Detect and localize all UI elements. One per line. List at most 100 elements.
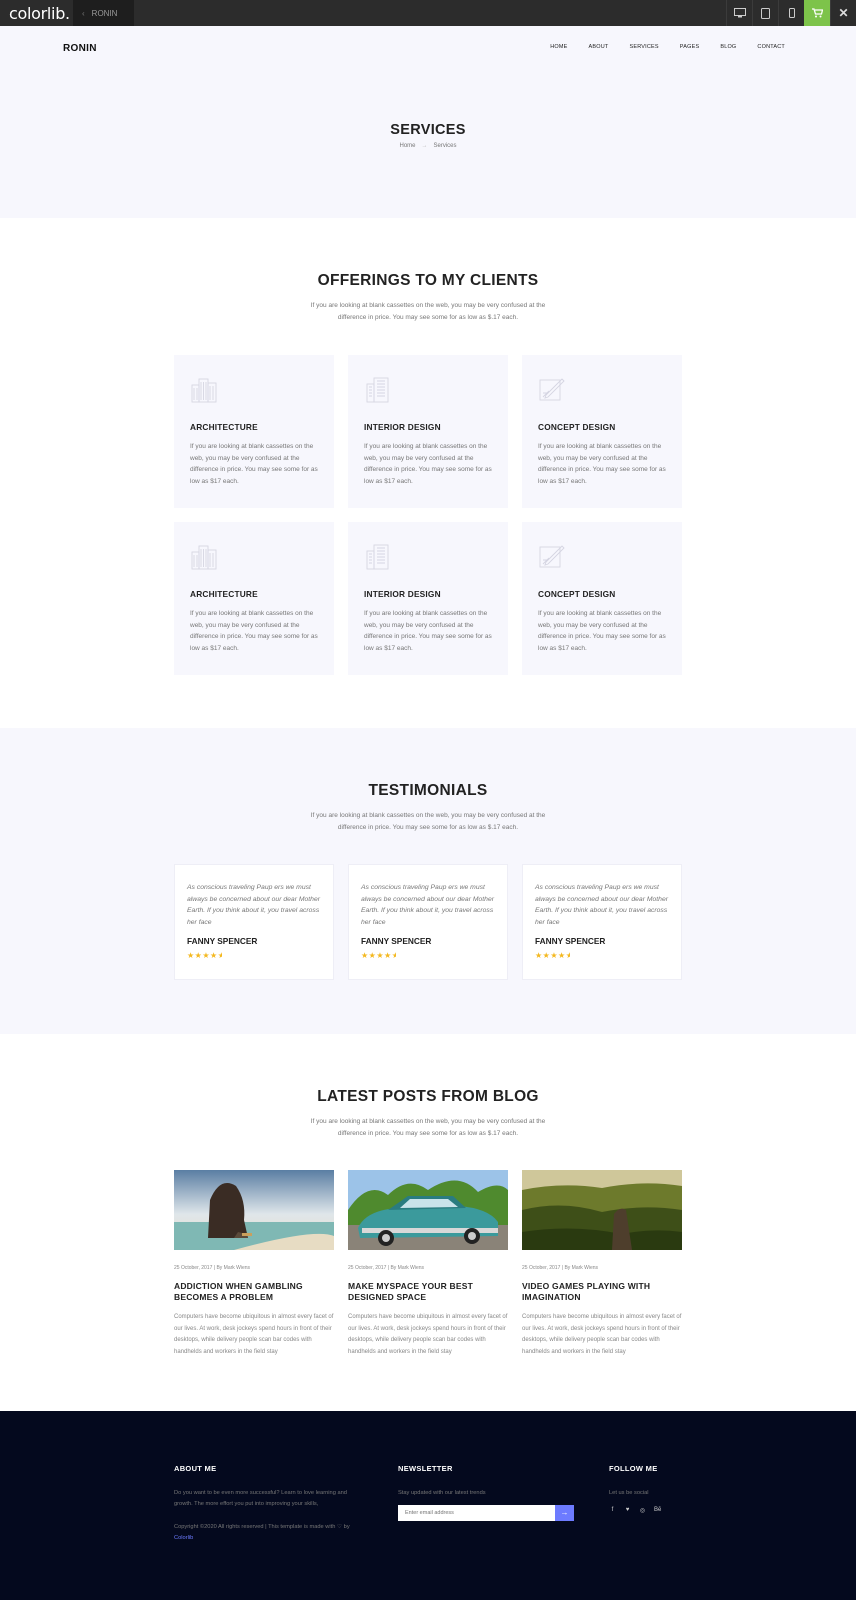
- post-excerpt: Computers have become ubiquitous in almo…: [348, 1314, 508, 1355]
- post-title[interactable]: VIDEO GAMES PLAYING WITH IMAGINATION: [522, 1281, 682, 1303]
- breadcrumb-current: Services: [433, 143, 457, 149]
- blog-title: LATEST POSTS FROM BLOG: [317, 1088, 539, 1105]
- service-card[interactable]: INTERIOR DESIGN If you are looking at bl…: [348, 522, 508, 675]
- nav-contact[interactable]: CONTACT: [757, 44, 785, 50]
- copyright: Copyright ©2020 All rights reserved | Th…: [174, 1522, 366, 1543]
- nav-services[interactable]: SERVICES: [629, 44, 658, 50]
- building-icon: [366, 377, 389, 403]
- service-card[interactable]: ARCHITECTURE If you are looking at blank…: [174, 355, 334, 508]
- service-desc: If you are looking at blank cassettes on…: [190, 610, 318, 652]
- email-input[interactable]: [398, 1504, 555, 1521]
- service-desc: If you are looking at blank cassettes on…: [538, 443, 666, 485]
- service-card[interactable]: INTERIOR DESIGN If you are looking at bl…: [348, 355, 508, 508]
- post-excerpt: Computers have become ubiquitous in almo…: [522, 1314, 682, 1355]
- social-links: f ♥ ◎ Bē: [609, 1507, 689, 1514]
- facebook-icon[interactable]: f: [609, 1507, 616, 1514]
- testimonial-card: As conscious traveling Paup ers we must …: [522, 864, 682, 980]
- testimonials-grid: As conscious traveling Paup ers we must …: [174, 864, 682, 980]
- testimonial-quote: As conscious traveling Paup ers we must …: [535, 884, 668, 926]
- blog-post: 25 October, 2017 | By Mark Wiens MAKE MY…: [348, 1170, 508, 1358]
- testimonials-section: TESTIMONIALS If you are looking at blank…: [0, 728, 856, 1034]
- colorlib-link[interactable]: Colorlib: [174, 1535, 193, 1541]
- site-footer: ABOUT ME Do you want to be even more suc…: [0, 1411, 856, 1600]
- post-title[interactable]: MAKE MYSPACE YOUR BEST DESIGNED SPACE: [348, 1281, 508, 1303]
- post-meta: 25 October, 2017 | By Mark Wiens: [522, 1265, 599, 1271]
- service-card[interactable]: ARCHITECTURE If you are looking at blank…: [174, 522, 334, 675]
- buildings-icon: [191, 545, 217, 570]
- service-desc: If you are looking at blank cassettes on…: [364, 610, 492, 652]
- dribbble-icon[interactable]: ◎: [639, 1507, 646, 1514]
- newsletter-title: NEWSLETTER: [398, 1464, 453, 1473]
- testimonial-author: FANNY SPENCER: [361, 936, 432, 946]
- testimonial-author: FANNY SPENCER: [535, 936, 606, 946]
- service-card[interactable]: CONCEPT DESIGN If you are looking at bla…: [522, 355, 682, 508]
- testimonial-card: As conscious traveling Paup ers we must …: [174, 864, 334, 980]
- testimonial-card: As conscious traveling Paup ers we must …: [348, 864, 508, 980]
- blog-grid: 25 October, 2017 | By Mark Wiens ADDICTI…: [174, 1170, 682, 1358]
- testimonial-quote: As conscious traveling Paup ers we must …: [187, 884, 320, 926]
- service-name: ARCHITECTURE: [190, 422, 258, 432]
- page-hero: RONIN HOME ABOUT SERVICES PAGES BLOG CON…: [0, 26, 856, 218]
- testimonial-author: FANNY SPENCER: [187, 936, 258, 946]
- theme-tab[interactable]: ‹ RONIN: [73, 0, 135, 26]
- nav-home[interactable]: HOME: [550, 44, 567, 50]
- device-switcher: ✕: [726, 0, 856, 26]
- breadcrumb: Home → Services: [0, 143, 856, 149]
- blog-subtitle: If you are looking at blank cassettes on…: [310, 1118, 546, 1137]
- service-card[interactable]: CONCEPT DESIGN If you are looking at bla…: [522, 522, 682, 675]
- post-image[interactable]: [174, 1170, 334, 1250]
- star-rating: ★★★★★: [535, 951, 571, 960]
- post-image[interactable]: [522, 1170, 682, 1250]
- testimonial-quote: As conscious traveling Paup ers we must …: [361, 884, 494, 926]
- star-rating: ★★★★★: [361, 951, 397, 960]
- service-name: CONCEPT DESIGN: [538, 422, 616, 432]
- colorlib-logo[interactable]: colorlib.: [0, 4, 73, 23]
- services-subtitle: If you are looking at blank cassettes on…: [310, 302, 546, 321]
- follow-text: Let us be social: [609, 1490, 649, 1496]
- service-desc: If you are looking at blank cassettes on…: [538, 610, 666, 652]
- follow-title: FOLLOW ME: [609, 1464, 658, 1473]
- service-name: CONCEPT DESIGN: [538, 589, 616, 599]
- nav-pages[interactable]: PAGES: [680, 44, 700, 50]
- footer-about-text: Do you want to be even more successful? …: [174, 1490, 347, 1507]
- newsletter-text: Stay updated with our latest trends: [398, 1490, 486, 1496]
- back-arrow-icon: ‹: [82, 8, 85, 18]
- post-meta: 25 October, 2017 | By Mark Wiens: [174, 1265, 251, 1271]
- tablet-icon[interactable]: [752, 0, 778, 26]
- desktop-icon[interactable]: [726, 0, 752, 26]
- footer-about-title: ABOUT ME: [174, 1464, 217, 1473]
- arrow-right-icon[interactable]: →: [555, 1504, 574, 1521]
- blog-post: 25 October, 2017 | By Mark Wiens ADDICTI…: [174, 1170, 334, 1358]
- post-title[interactable]: ADDICTION WHEN GAMBLING BECOMES A PROBLE…: [174, 1281, 334, 1303]
- breadcrumb-home[interactable]: Home: [399, 143, 415, 149]
- service-desc: If you are looking at blank cassettes on…: [364, 443, 492, 485]
- copyright-text: Copyright ©2020 All rights reserved | Th…: [174, 1524, 350, 1530]
- main-nav: HOME ABOUT SERVICES PAGES BLOG CONTACT: [529, 44, 785, 50]
- theme-name: RONIN: [91, 8, 118, 18]
- building-icon: [366, 544, 389, 570]
- service-name: ARCHITECTURE: [190, 589, 258, 599]
- post-image[interactable]: [348, 1170, 508, 1250]
- nav-blog[interactable]: BLOG: [720, 44, 736, 50]
- footer-newsletter: NEWSLETTER Stay updated with our latest …: [398, 1464, 578, 1521]
- site-logo[interactable]: RONIN: [63, 43, 97, 54]
- twitter-icon[interactable]: ♥: [624, 1507, 631, 1514]
- service-name: INTERIOR DESIGN: [364, 589, 441, 599]
- testimonials-subtitle: If you are looking at blank cassettes on…: [310, 812, 546, 831]
- cart-icon[interactable]: [804, 0, 830, 26]
- drawing-icon: [539, 545, 565, 568]
- service-desc: If you are looking at blank cassettes on…: [190, 443, 318, 485]
- mobile-icon[interactable]: [778, 0, 804, 26]
- footer-follow: FOLLOW ME Let us be social f ♥ ◎ Bē: [609, 1464, 689, 1514]
- arrow-right-icon: →: [421, 143, 428, 149]
- nav-about[interactable]: ABOUT: [589, 44, 609, 50]
- service-name: INTERIOR DESIGN: [364, 422, 441, 432]
- testimonials-title: TESTIMONIALS: [368, 782, 488, 799]
- behance-icon[interactable]: Bē: [654, 1507, 661, 1514]
- services-section: OFFERINGS TO MY CLIENTS If you are looki…: [0, 218, 856, 728]
- drawing-icon: [539, 378, 565, 401]
- blog-post: 25 October, 2017 | By Mark Wiens VIDEO G…: [522, 1170, 682, 1358]
- post-excerpt: Computers have become ubiquitous in almo…: [174, 1314, 334, 1355]
- close-icon[interactable]: ✕: [830, 0, 856, 26]
- footer-about: ABOUT ME Do you want to be even more suc…: [174, 1464, 366, 1543]
